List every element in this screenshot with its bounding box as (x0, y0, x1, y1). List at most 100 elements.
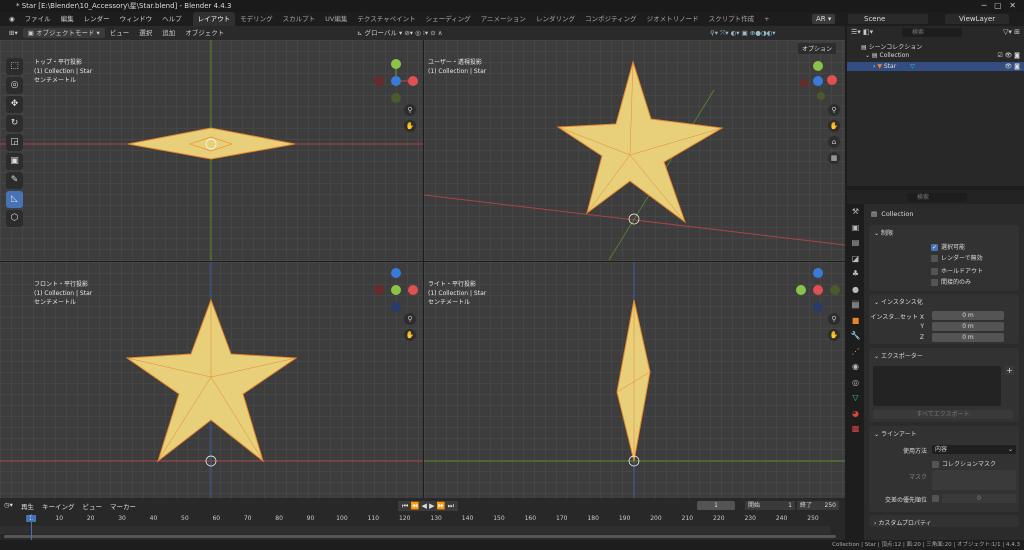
navigation-gizmo[interactable] (373, 58, 419, 104)
star-object-row[interactable]: › ▼ Star ▽ 👁 ◙ (847, 62, 1024, 71)
selectable-checkbox[interactable]: ✓ 選択可能 (931, 242, 965, 251)
panel-header[interactable]: ⌄ エクスポーター (869, 348, 1019, 361)
viewlayer-selector[interactable]: ViewLayer (945, 14, 1009, 24)
scene-collection-label: シーンコレクション (868, 44, 923, 51)
transform-icon[interactable]: ▣ (6, 153, 23, 170)
select-box-icon[interactable]: ⬚ (6, 58, 23, 75)
tab-rendering[interactable]: レンダリング (531, 12, 580, 26)
properties-tabs[interactable]: ⚒ ▣ ▤ ◪ ♣ ● ▤ ■ 🔧 ⋰ ◉ ◎ ▽ ◕ ▩ (847, 204, 864, 540)
menu-render[interactable]: レンダー (79, 12, 115, 26)
usage-dropdown[interactable]: 内容 ⌄ (932, 445, 1016, 454)
viewport-right[interactable]: ライト・平行投影 (1) Collection | Star センチメートル ⚲ ✋ (424, 262, 845, 498)
move-icon[interactable]: ✥ (6, 96, 23, 113)
frame-tick: 180 (587, 515, 599, 522)
zoom-icon[interactable]: ⚲ (404, 313, 416, 325)
frame-tick: 140 (461, 515, 474, 522)
collection-mask-checkbox[interactable]: コレクションマスク (932, 459, 996, 468)
properties-search[interactable]: 検索 (907, 193, 967, 202)
frame-tick: 220 (713, 515, 725, 522)
exporters-list[interactable] (873, 366, 1001, 406)
indirect-only-checkbox[interactable]: 間接的のみ (931, 277, 971, 286)
window-controls[interactable]: ─ ▢ ✕ (982, 0, 1016, 12)
scene-selector[interactable]: Scene (848, 14, 928, 24)
camera-view-icon[interactable]: ⌂ (828, 136, 840, 148)
tab-layout[interactable]: レイアウト (192, 12, 236, 26)
rotate-icon[interactable]: ↻ (6, 115, 23, 132)
add-exporter-button[interactable]: + (1005, 366, 1014, 375)
navigation-gizmo[interactable] (795, 58, 841, 104)
zoom-icon[interactable]: ⚲ (828, 313, 840, 325)
options-button[interactable]: オプション (798, 43, 837, 54)
tab-shading[interactable]: シェーディング (421, 12, 476, 26)
disable-render-checkbox[interactable]: レンダーで無効 (931, 253, 983, 262)
measure-icon[interactable]: ◺ (6, 191, 23, 208)
mask-grid[interactable] (932, 470, 1016, 490)
navigation-gizmo[interactable] (373, 267, 419, 313)
holdout-checkbox[interactable]: ホールドアウト (931, 266, 983, 275)
offset-y-field[interactable]: 0 m (932, 322, 1004, 331)
menu-select[interactable]: 選択 (134, 26, 157, 40)
tab-sculpt[interactable]: スカルプト (278, 12, 321, 26)
blender-logo-icon[interactable]: ◉ (4, 12, 20, 26)
menu-file[interactable]: ファイル (20, 12, 56, 26)
zoom-icon[interactable]: ⚲ (404, 104, 416, 116)
panel-custom-properties[interactable]: › カスタムプロパティ (869, 515, 1019, 527)
menu-view[interactable]: ビュー (105, 26, 135, 40)
panel-header[interactable]: › カスタムプロパティ (869, 515, 1019, 528)
annotate-icon[interactable]: ✎ (6, 172, 23, 189)
search-placeholder: 検索 (917, 194, 930, 201)
panel-header[interactable]: ⌄ ラインアート (869, 426, 1019, 439)
navigation-gizmo[interactable] (795, 267, 841, 313)
menu-help[interactable]: ヘルプ (157, 12, 187, 26)
pan-hand-icon[interactable]: ✋ (404, 120, 416, 132)
pan-hand-icon[interactable]: ✋ (828, 329, 840, 341)
pan-hand-icon[interactable]: ✋ (404, 329, 416, 341)
orientation-selector[interactable]: ⊾ グローバル ▾ ⊘▾ ◎ ⁝▾ ⊙ ∧ (352, 26, 448, 40)
shading-controls[interactable]: ⚲▾ ⤧▾ ◐▾ ▣ ⊕●◑◐▾ (705, 26, 781, 40)
tab-geometry-nodes[interactable]: ジオメトリノード (642, 12, 704, 26)
menu-edit[interactable]: 編集 (56, 12, 79, 26)
offset-label: インスタ...セット X (870, 314, 924, 321)
offset-x-field[interactable]: 0 m (932, 311, 1004, 320)
viewport-user-perspective[interactable]: ユーザー・透視投影 (1) Collection | Star オプション ⚲ ✋… (424, 40, 845, 261)
menu-object[interactable]: オブジェクト (180, 26, 229, 40)
star-mesh-right (616, 299, 651, 462)
collection-row[interactable]: ⌄ ▤ Collection ☑ 👁 ◙ (865, 52, 1020, 59)
add-workspace-button[interactable]: + (759, 12, 774, 26)
keyframe-track[interactable] (0, 526, 830, 534)
viewport-top[interactable]: トップ・平行投影 (1) Collection | Star センチメートル ⚲ ✋ (0, 40, 423, 261)
tab-scripting[interactable]: スクリプト作成 (704, 12, 760, 26)
offset-z-field[interactable]: 0 m (932, 333, 1004, 342)
timeline-scrollbar[interactable] (4, 535, 836, 538)
mode-selector[interactable]: ▣ オブジェクトモード ▾ (22, 28, 105, 38)
scene-collection[interactable]: ▤ シーンコレクション (861, 42, 922, 51)
playhead[interactable] (31, 514, 32, 540)
perspective-toggle-icon[interactable]: ▦ (828, 152, 840, 164)
priority-checkbox[interactable] (932, 494, 939, 502)
filter-icon[interactable]: ▽▾ ⊞ (1003, 28, 1020, 36)
outliner-display-mode[interactable]: ☰▾ ◧▾ (851, 28, 873, 36)
menu-window[interactable]: ウィンドウ (115, 12, 158, 26)
visibility-icons[interactable]: ☑ 👁 ◙ (997, 52, 1020, 59)
tab-modeling[interactable]: モデリング (235, 12, 278, 26)
tab-compositing[interactable]: コンポジティング (580, 12, 642, 26)
visibility-icons[interactable]: 👁 ◙ (1005, 62, 1020, 71)
pan-hand-icon[interactable]: ✋ (828, 120, 840, 132)
cursor-icon[interactable]: ◎ (6, 77, 23, 94)
editor-type-button[interactable]: ⊞▾ (4, 26, 23, 40)
export-all-button[interactable]: すべてエクスポート (873, 410, 1013, 419)
frame-tick: 100 (336, 515, 348, 522)
priority-field[interactable]: 0 (942, 494, 1016, 503)
zoom-icon[interactable]: ⚲ (828, 104, 840, 116)
tab-animation[interactable]: アニメーション (476, 12, 531, 26)
ar-selector[interactable]: AR ▾ (812, 14, 836, 24)
tab-uv[interactable]: UV編集 (320, 12, 352, 26)
panel-header[interactable]: ⌄ 制限 (869, 225, 1019, 238)
add-cube-icon[interactable]: ⬡ (6, 210, 23, 227)
scale-icon[interactable]: ◲ (6, 134, 23, 151)
outliner-search[interactable]: 検索 (902, 28, 962, 37)
viewport-front[interactable]: フロント・平行投影 (1) Collection | Star センチメートル ⚲ … (0, 262, 423, 498)
menu-add[interactable]: 追加 (157, 26, 180, 40)
panel-header[interactable]: ⌄ インスタンス化 (869, 294, 1019, 307)
tab-texture-paint[interactable]: テクスチャペイント (352, 12, 420, 26)
